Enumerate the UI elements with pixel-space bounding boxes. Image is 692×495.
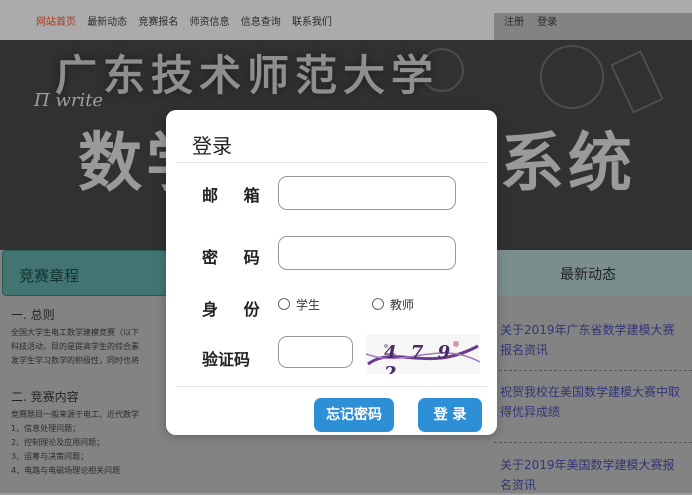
radio-circle-icon: [372, 298, 384, 310]
radio-circle-icon: [278, 298, 290, 310]
news-panel-title: 最新动态: [560, 267, 616, 283]
captcha-text: 4 7 9 2: [384, 342, 455, 374]
modal-header-divider: [176, 162, 487, 163]
nav-faculty[interactable]: 师资信息: [190, 17, 230, 28]
role-student-label: 学生: [296, 298, 321, 312]
register-link[interactable]: 注册: [504, 17, 524, 28]
nav-home[interactable]: 网站首页: [36, 17, 76, 28]
password-field[interactable]: [278, 236, 456, 270]
modal-footer-divider: [176, 386, 487, 387]
nav-query[interactable]: 信息查询: [241, 17, 281, 28]
nav-links: 网站首页 最新动态 竞赛报名 师资信息 信息查询 联系我们: [36, 13, 340, 28]
login-link[interactable]: 登录: [537, 17, 557, 28]
role-teacher-label: 教师: [390, 298, 415, 312]
rules-panel: 竞赛章程 一. 总则 全国大学生电工数学建模竞赛（以下 科技活动，目的是提高学生…: [0, 250, 170, 493]
news-divider: [494, 442, 692, 444]
login-modal: 登录 邮 箱 密 码 身 份 学生 教师 验证码 4 7 9 2 忘记密码 登 …: [166, 110, 497, 435]
rules-list-item: 3、运筹与决策问题；: [11, 452, 89, 461]
rules-panel-body: 一. 总则 全国大学生电工数学建模竞赛（以下 科技活动，目的是提高学生的综合素 …: [4, 306, 170, 478]
rules-section-heading: 一. 总则: [11, 308, 55, 322]
rules-text-line: 发学生学习数学的积极性，同时也将: [11, 356, 139, 365]
role-student-radio[interactable]: 学生: [278, 296, 320, 313]
nav-news[interactable]: 最新动态: [87, 17, 127, 28]
password-label: 密 码: [202, 248, 270, 267]
identity-label: 身 份: [202, 300, 270, 319]
banner-university-name: 广东技术师范大学: [55, 51, 440, 100]
rules-panel-header: 竞赛章程: [2, 250, 170, 296]
rules-text-line: 全国大学生电工数学建模竞赛（以下: [11, 328, 139, 337]
rules-panel-title: 竞赛章程: [19, 267, 80, 285]
news-divider: [494, 370, 692, 372]
rules-text-line: 科技活动，目的是提高学生的综合素: [11, 342, 139, 351]
sketch-sphere-icon: [540, 45, 604, 109]
login-button[interactable]: 登 录: [418, 398, 482, 432]
email-field[interactable]: [278, 176, 456, 210]
login-modal-title: 登录: [192, 134, 232, 158]
sketch-microscope-icon: [610, 50, 664, 114]
nav-contact[interactable]: 联系我们: [292, 17, 332, 28]
captcha-image[interactable]: 4 7 9 2: [366, 334, 480, 374]
top-nav: 网站首页 最新动态 竞赛报名 师资信息 信息查询 联系我们 注册 登录: [0, 0, 692, 256]
rules-section-heading: 二. 竞赛内容: [11, 390, 79, 404]
role-teacher-radio[interactable]: 教师: [372, 296, 414, 313]
email-label: 邮 箱: [202, 186, 270, 205]
rules-list-item: 4、电路与电磁场理论相关问题: [11, 466, 121, 475]
captcha-label: 验证码: [202, 350, 251, 369]
forgot-password-button[interactable]: 忘记密码: [314, 398, 394, 432]
rules-text-line: 竞赛题目一般来源于电工、近代数学: [11, 410, 139, 419]
news-panel: 最新动态 关于2019年广东省数学建模大赛报名资讯 祝贺我校在美国数学建模大赛中…: [494, 250, 692, 493]
rules-list-item: 1、信息处理问题；: [11, 424, 81, 433]
captcha-field[interactable]: [278, 336, 353, 368]
nav-registration[interactable]: 竞赛报名: [138, 17, 178, 28]
banner-system-title-right: 系统: [500, 126, 636, 201]
news-item[interactable]: 关于2019年广东省数学建模大赛报名资讯: [500, 320, 680, 360]
rules-list-item: 2、控制理论及应用问题；: [11, 438, 105, 447]
news-item[interactable]: 祝贺我校在美国数学建模大赛中取得优异成绩: [500, 382, 680, 422]
news-panel-header: 最新动态: [494, 250, 692, 296]
page: 网站首页 最新动态 竞赛报名 师资信息 信息查询 联系我们 注册 登录 Π wr…: [0, 0, 692, 493]
news-item[interactable]: 关于2019年美国数学建模大赛报名资讯: [500, 455, 680, 495]
